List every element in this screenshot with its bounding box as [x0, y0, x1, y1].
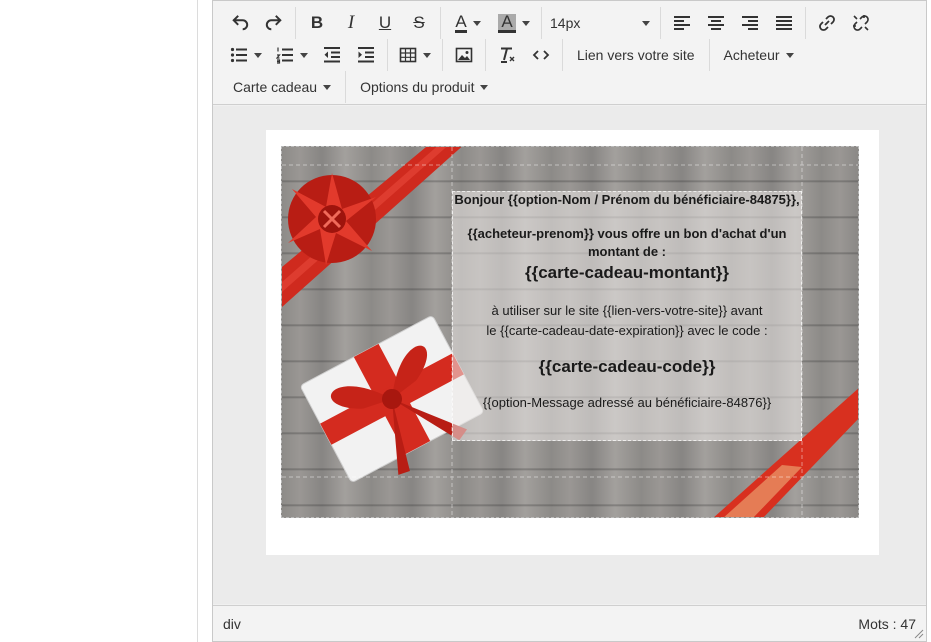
- bullet-list-button[interactable]: [223, 41, 269, 69]
- editor-statusbar: div Mots : 47: [213, 605, 926, 641]
- font-size-select[interactable]: 14px: [546, 9, 656, 37]
- chevron-down-icon: [521, 20, 530, 26]
- align-center-icon: [708, 16, 724, 30]
- insert-link-button[interactable]: [810, 9, 844, 37]
- product-options-menu-button[interactable]: Options du produit: [350, 73, 498, 101]
- chevron-down-icon: [785, 52, 794, 58]
- align-left-button[interactable]: [665, 9, 699, 37]
- image-group: [443, 39, 486, 71]
- align-center-button[interactable]: [699, 9, 733, 37]
- align-justify-icon: [776, 16, 792, 30]
- gift-card-menu-label: Carte cadeau: [233, 79, 318, 95]
- background-color-button[interactable]: A: [491, 9, 537, 37]
- code-icon: [532, 50, 550, 60]
- color-group: A A: [441, 7, 542, 39]
- recipient-message-text: {{option-Message adressé au bénéficiaire…: [482, 395, 772, 410]
- insert-image-button[interactable]: [447, 41, 481, 69]
- indent-button[interactable]: [349, 41, 383, 69]
- link-site-button[interactable]: Lien vers votre site: [567, 41, 705, 69]
- toolbar-row-3: Carte cadeau Options du produit: [219, 71, 502, 103]
- strikethrough-icon: S: [413, 13, 425, 32]
- chevron-down-icon: [480, 84, 489, 90]
- buyer-menu-label: Acheteur: [723, 47, 780, 63]
- code-group: [486, 39, 563, 71]
- gift-card-message[interactable]: Bonjour {{option-Nom / Prénom du bénéfic…: [454, 191, 800, 413]
- toolbar-row-2: Lien vers votre site Acheteur: [219, 39, 808, 71]
- editor-toolbar: B I U S A A 14px Lien vers votre site Ac…: [213, 1, 926, 105]
- text-color-button[interactable]: A: [445, 9, 491, 37]
- buyer-menu-button[interactable]: Acheteur: [714, 41, 804, 69]
- align-justify-button[interactable]: [767, 9, 801, 37]
- italic-icon: I: [347, 12, 355, 33]
- element-path[interactable]: div: [223, 616, 241, 632]
- list-group: [219, 39, 388, 71]
- product-options-menu-label: Options du produit: [360, 79, 475, 95]
- usage-line-1: à utiliser sur le site {{lien-vers-votre…: [491, 303, 763, 318]
- italic-button[interactable]: I: [334, 9, 368, 37]
- table-icon: [399, 47, 417, 63]
- buyer-group: Acheteur: [710, 39, 808, 71]
- unlink-icon: [853, 15, 869, 31]
- underline-button[interactable]: U: [368, 9, 402, 37]
- indent-icon: [358, 47, 374, 63]
- word-count: Mots : 47: [858, 615, 916, 632]
- resize-handle-icon[interactable]: [914, 629, 924, 639]
- background-color-icon: A: [498, 13, 516, 33]
- link-site-group: Lien vers votre site: [563, 39, 710, 71]
- chevron-down-icon: [423, 52, 431, 58]
- outdent-button[interactable]: [315, 41, 349, 69]
- link-group: [806, 7, 882, 39]
- chevron-down-icon: [323, 84, 332, 90]
- clear-formatting-icon: [501, 47, 515, 63]
- numbered-list-icon: [276, 47, 293, 64]
- source-code-button[interactable]: [524, 41, 558, 69]
- format-group: B I U S: [296, 7, 441, 39]
- history-group: [219, 7, 296, 39]
- align-right-icon: [742, 16, 758, 30]
- strikethrough-button[interactable]: S: [402, 9, 436, 37]
- redo-icon: [265, 15, 282, 31]
- text-color-icon: A: [455, 11, 467, 33]
- table-group: [388, 39, 443, 71]
- gift-card-menu-button[interactable]: Carte cadeau: [223, 73, 341, 101]
- align-group: [661, 7, 806, 39]
- underline-icon: U: [378, 13, 392, 32]
- offer-text: {{acheteur-prenom}} vous offre un bon d'…: [467, 226, 787, 259]
- amount-text: {{carte-cadeau-montant}}: [524, 263, 730, 282]
- chevron-down-icon: [642, 20, 650, 26]
- chevron-down-icon: [254, 52, 262, 58]
- numbered-list-button[interactable]: [269, 41, 315, 69]
- left-pane: [0, 0, 198, 642]
- undo-button[interactable]: [223, 9, 257, 37]
- clear-formatting-button[interactable]: [490, 41, 524, 69]
- code-text: {{carte-cadeau-code}}: [538, 357, 716, 376]
- product-options-group: Options du produit: [346, 71, 502, 103]
- chevron-down-icon: [472, 20, 481, 26]
- undo-icon: [232, 15, 249, 31]
- link-icon: [819, 15, 835, 31]
- redo-button[interactable]: [257, 9, 291, 37]
- toolbar-row-1: B I U S A A 14px: [219, 7, 882, 39]
- gift-card-template[interactable]: Bonjour {{option-Nom / Prénom du bénéfic…: [281, 146, 859, 518]
- gift-card-group: Carte cadeau: [219, 71, 347, 103]
- bold-button[interactable]: B: [300, 9, 334, 37]
- remove-link-button[interactable]: [844, 9, 878, 37]
- font-size-value: 14px: [550, 15, 581, 31]
- bullet-list-icon: [230, 47, 247, 63]
- greeting-text: Bonjour {{option-Nom / Prénom du bénéfic…: [454, 192, 800, 207]
- align-right-button[interactable]: [733, 9, 767, 37]
- align-left-icon: [674, 16, 690, 30]
- chevron-down-icon: [300, 52, 308, 58]
- editor-content-area[interactable]: Bonjour {{option-Nom / Prénom du bénéfic…: [213, 106, 926, 604]
- usage-line-2: le {{carte-cadeau-date-expiration}} avec…: [486, 323, 768, 338]
- font-size-group: 14px: [542, 7, 661, 39]
- document-page: Bonjour {{option-Nom / Prénom du bénéfic…: [266, 130, 879, 555]
- image-icon: [455, 47, 473, 63]
- rich-text-editor: B I U S A A 14px Lien vers votre site Ac…: [212, 0, 927, 642]
- bold-icon: B: [310, 13, 324, 32]
- insert-table-button[interactable]: [392, 41, 438, 69]
- outdent-icon: [324, 47, 340, 63]
